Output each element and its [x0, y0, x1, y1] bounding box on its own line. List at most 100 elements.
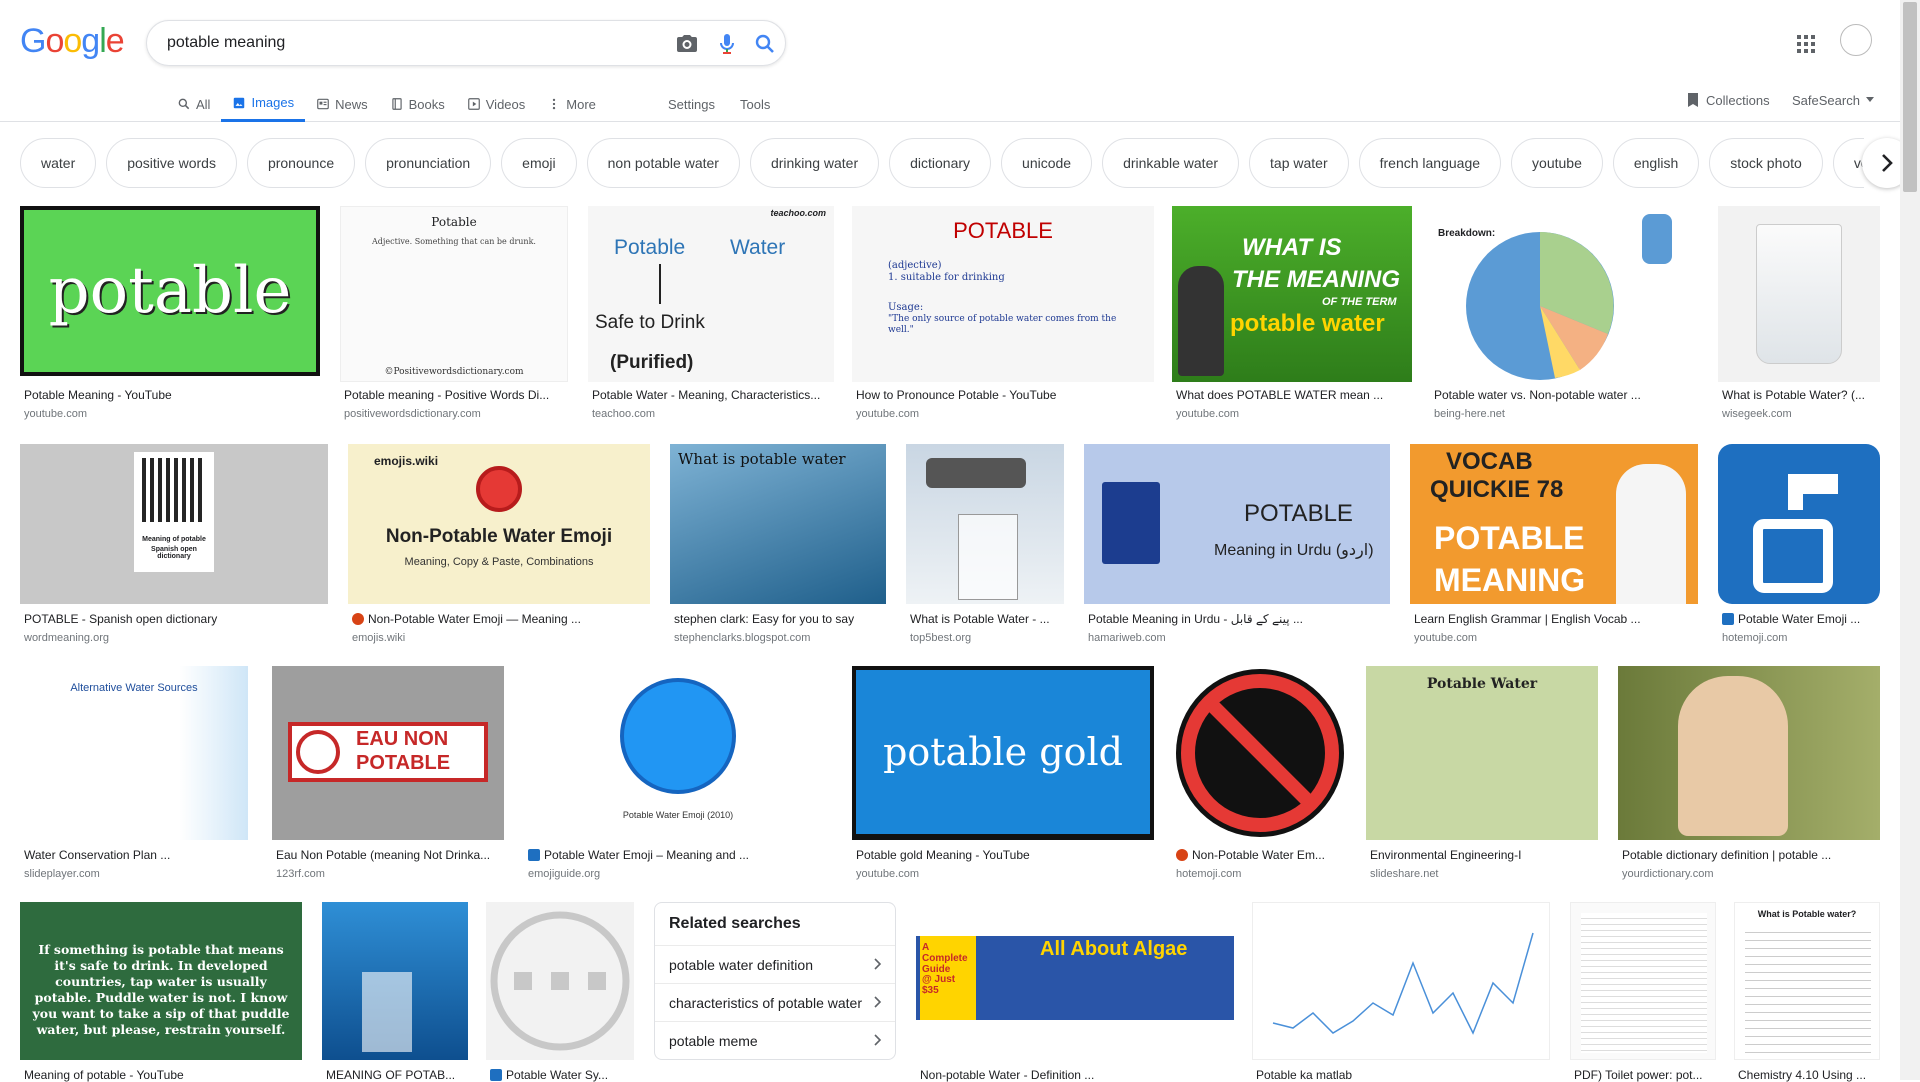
- result-thumbnail[interactable]: All About Algae A Complete Guide @ Just …: [916, 902, 1234, 1060]
- result-title[interactable]: stephen clark: Easy for you to say: [674, 612, 881, 626]
- result-title[interactable]: What is Potable Water? (...: [1722, 388, 1878, 402]
- result-thumbnail[interactable]: Breakdown:: [1430, 206, 1698, 382]
- chip[interactable]: unicode: [1001, 138, 1093, 188]
- tab-videos[interactable]: Videos: [456, 86, 537, 122]
- result-domain[interactable]: youtube.com: [856, 408, 919, 420]
- result-domain[interactable]: hotemoji.com: [1722, 632, 1787, 644]
- chip[interactable]: pronounce: [246, 138, 356, 188]
- related-search-item[interactable]: potable meme: [655, 1021, 895, 1059]
- result-title[interactable]: Potable gold Meaning - YouTube: [856, 848, 1146, 862]
- related-search-item[interactable]: characteristics of potable water: [655, 983, 895, 1021]
- result-thumbnail[interactable]: VOCAB QUICKIE 78 POTABLE MEANING: [1410, 444, 1698, 604]
- chip[interactable]: vocab: [1832, 138, 1864, 188]
- result-domain[interactable]: positivewordsdictionary.com: [344, 408, 481, 420]
- result-title[interactable]: Potable dictionary definition | potable …: [1622, 848, 1874, 862]
- result-thumbnail[interactable]: potable: [20, 206, 320, 376]
- related-search-item[interactable]: potable water definition: [655, 945, 895, 983]
- result-title[interactable]: Potable Water Emoji ...: [1722, 612, 1878, 626]
- image-result[interactable]: potable Potable Meaning - YouTube youtub…: [20, 206, 322, 426]
- image-result[interactable]: If something is potable that means it's …: [20, 902, 304, 1082]
- apps-grid-icon[interactable]: [1794, 32, 1818, 56]
- result-thumbnail[interactable]: Potable Water: [1366, 666, 1598, 840]
- chip[interactable]: youtube: [1511, 138, 1603, 188]
- tab-more[interactable]: More: [536, 86, 607, 122]
- image-result[interactable]: PDF) Toilet power: pot...: [1570, 902, 1716, 1082]
- result-thumbnail[interactable]: POTABLE Meaning in Urdu (اردو): [1084, 444, 1390, 604]
- scrollbar-thumb[interactable]: [1903, 2, 1917, 192]
- result-domain[interactable]: teachoo.com: [592, 408, 655, 420]
- result-domain[interactable]: wordmeaning.org: [24, 632, 109, 644]
- chip[interactable]: drinking water: [749, 138, 880, 188]
- result-thumbnail[interactable]: POTABLE (adjective) 1. suitable for drin…: [852, 206, 1154, 382]
- vertical-scrollbar[interactable]: [1900, 0, 1920, 1080]
- result-thumbnail[interactable]: [1252, 902, 1550, 1060]
- chip[interactable]: dictionary: [889, 138, 992, 188]
- result-thumbnail[interactable]: [486, 902, 634, 1060]
- settings-link[interactable]: Settings: [668, 86, 715, 122]
- search-input[interactable]: [167, 31, 637, 55]
- result-domain[interactable]: hotemoji.com: [1176, 868, 1241, 880]
- result-title[interactable]: What is Potable Water - ...: [910, 612, 1062, 626]
- result-thumbnail[interactable]: teachoo.com Potable Water Safe to Drink …: [588, 206, 834, 382]
- result-domain[interactable]: 123rf.com: [276, 868, 325, 880]
- result-domain[interactable]: youtube.com: [856, 868, 919, 880]
- result-domain[interactable]: wisegeek.com: [1722, 408, 1792, 420]
- image-result[interactable]: VOCAB QUICKIE 78 POTABLE MEANING Learn E…: [1410, 444, 1698, 644]
- result-domain[interactable]: slideshare.net: [1370, 868, 1439, 880]
- chip[interactable]: non potable water: [586, 138, 740, 188]
- result-title[interactable]: Non-Potable Water Em...: [1176, 848, 1345, 862]
- result-title[interactable]: What does POTABLE WATER mean ...: [1176, 388, 1406, 402]
- image-result[interactable]: Non-Potable Water Em... hotemoji.com: [1172, 666, 1348, 886]
- camera-icon[interactable]: [675, 32, 699, 56]
- image-result[interactable]: What is Potable water? Chemistry 4.10 Us…: [1734, 902, 1880, 1082]
- result-domain[interactable]: emojiguide.org: [528, 868, 600, 880]
- chip[interactable]: positive words: [106, 138, 237, 188]
- image-result[interactable]: Potable Water Sy...: [486, 902, 634, 1082]
- result-domain[interactable]: youtube.com: [1176, 408, 1239, 420]
- result-thumbnail[interactable]: emojis.wiki Non-Potable Water Emoji Mean…: [348, 444, 650, 604]
- image-result[interactable]: What is Potable Water? (... wisegeek.com: [1718, 206, 1880, 426]
- chip[interactable]: stock photo: [1709, 138, 1823, 188]
- microphone-icon[interactable]: [715, 32, 739, 56]
- chip[interactable]: emoji: [501, 138, 577, 188]
- result-thumbnail[interactable]: [1718, 206, 1880, 382]
- image-result[interactable]: MEANING OF POTAB...: [322, 902, 468, 1082]
- result-domain[interactable]: yourdictionary.com: [1622, 868, 1714, 880]
- result-domain[interactable]: hamariweb.com: [1088, 632, 1166, 644]
- image-result[interactable]: POTABLE (adjective) 1. suitable for drin…: [852, 206, 1154, 426]
- result-thumbnail[interactable]: [1718, 444, 1880, 604]
- result-domain[interactable]: slideplayer.com: [24, 868, 100, 880]
- result-thumbnail[interactable]: potable gold: [852, 666, 1154, 840]
- image-result[interactable]: Potable Adjective. Something that can be…: [340, 206, 570, 426]
- result-thumbnail[interactable]: [322, 902, 468, 1060]
- chip[interactable]: tap water: [1249, 138, 1349, 188]
- image-result[interactable]: Potable Water Emoji (2010) Potable Water…: [524, 666, 834, 886]
- image-result[interactable]: Meaning of potable Spanish open dictiona…: [20, 444, 328, 644]
- result-domain[interactable]: emojis.wiki: [352, 632, 405, 644]
- result-thumbnail[interactable]: Potable Adjective. Something that can be…: [340, 206, 568, 382]
- image-result[interactable]: emojis.wiki Non-Potable Water Emoji Mean…: [348, 444, 650, 644]
- result-title[interactable]: How to Pronounce Potable - YouTube: [856, 388, 1146, 402]
- result-thumbnail[interactable]: Meaning of potable Spanish open dictiona…: [20, 444, 328, 604]
- result-title[interactable]: Potable Meaning - YouTube: [24, 388, 314, 402]
- image-result[interactable]: teachoo.com Potable Water Safe to Drink …: [588, 206, 834, 426]
- image-result[interactable]: Potable dictionary definition | potable …: [1618, 666, 1880, 886]
- result-thumbnail[interactable]: What is potable water: [670, 444, 886, 604]
- account-avatar[interactable]: [1840, 24, 1872, 56]
- chip[interactable]: english: [1612, 138, 1700, 188]
- image-result[interactable]: EAU NON POTABLE Eau Non Potable (meaning…: [272, 666, 504, 886]
- result-domain[interactable]: stephenclarks.blogspot.com: [674, 632, 810, 644]
- tab-all[interactable]: All: [166, 86, 221, 122]
- search-icon[interactable]: [753, 32, 777, 56]
- image-result[interactable]: Potable Water Emoji ... hotemoji.com: [1718, 444, 1880, 644]
- result-domain[interactable]: youtube.com: [24, 408, 87, 420]
- google-logo[interactable]: Google: [20, 22, 125, 61]
- chip[interactable]: water: [20, 138, 97, 188]
- chip[interactable]: drinkable water: [1102, 138, 1240, 188]
- image-result[interactable]: POTABLE Meaning in Urdu (اردو) Potable M…: [1084, 444, 1390, 644]
- tab-images[interactable]: Images: [221, 86, 306, 122]
- result-title[interactable]: Potable Water Emoji – Meaning and ...: [528, 848, 826, 862]
- result-thumbnail[interactable]: [1618, 666, 1880, 840]
- result-thumbnail[interactable]: If something is potable that means it's …: [20, 902, 302, 1060]
- result-thumbnail[interactable]: [1570, 902, 1716, 1060]
